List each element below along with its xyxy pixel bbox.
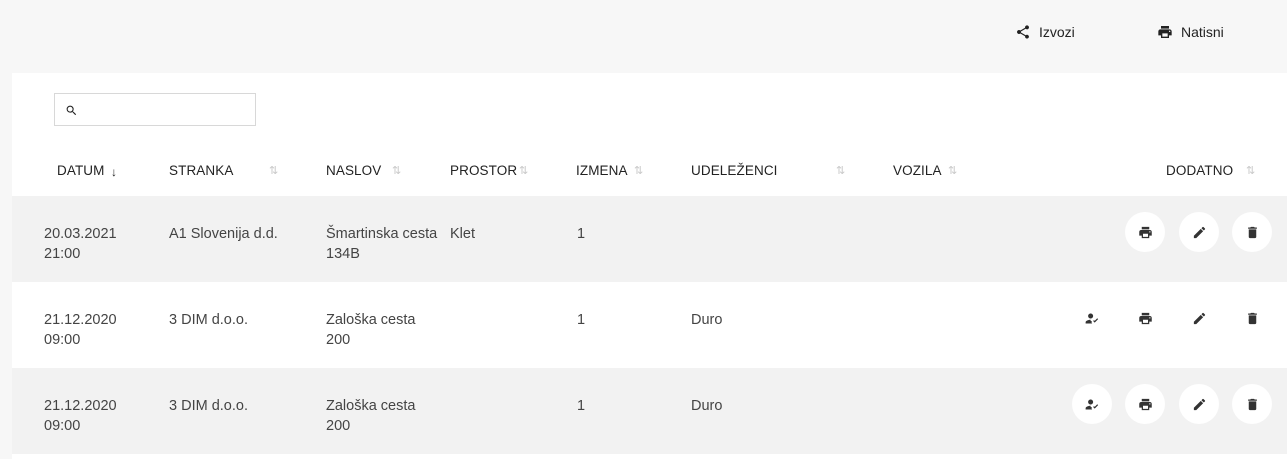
print-icon — [1138, 226, 1152, 238]
cell-prostor: Klet — [450, 226, 475, 242]
address-line: 200 — [326, 332, 351, 348]
print-button[interactable] — [1125, 298, 1165, 338]
sort-icon[interactable]: ⇅ — [392, 164, 401, 177]
sort-desc-icon[interactable]: ↓ — [111, 165, 117, 179]
address-line: Šmartinska cesta — [326, 226, 438, 242]
header-label: DATUM — [57, 163, 105, 178]
print-icon — [1138, 312, 1152, 324]
date-text: 21.12.2020 — [44, 312, 117, 328]
column-header-naslov[interactable]: NASLOV — [326, 163, 381, 178]
table-row[interactable]: 21.12.2020 09:00 3 DIM d.o.o. Zaloška ces… — [12, 282, 1287, 368]
trash-icon — [1247, 398, 1257, 410]
print-label: Natisni — [1181, 24, 1224, 40]
edit-button[interactable] — [1179, 212, 1219, 252]
print-icon — [1138, 398, 1152, 410]
cell-stranka: 3 DIM d.o.o. — [169, 398, 248, 414]
sort-icon[interactable]: ⇅ — [634, 164, 643, 177]
cell-stranka: 3 DIM d.o.o. — [169, 312, 248, 328]
person-check-icon — [1085, 313, 1098, 323]
edit-button[interactable] — [1179, 298, 1219, 338]
header-label: PROSTOR — [450, 163, 518, 178]
header-label: IZMENA — [576, 163, 628, 178]
column-header-stranka[interactable]: STRANKA — [169, 163, 233, 178]
print-button[interactable] — [1125, 212, 1165, 252]
pencil-icon — [1193, 226, 1205, 238]
delete-button[interactable] — [1232, 298, 1272, 338]
address-line: 134B — [326, 246, 360, 262]
column-header-izmena[interactable]: IZMENA — [576, 163, 628, 178]
sort-icon[interactable]: ⇅ — [519, 164, 528, 177]
column-header-vozila[interactable]: VOZILA — [893, 163, 942, 178]
print-all-button[interactable]: Natisni — [1157, 20, 1224, 44]
search-box[interactable] — [54, 93, 256, 126]
cell-udelezenci: Duro — [691, 398, 723, 414]
table-card: DATUM ↓ STRANKA ⇅ NASLOV ⇅ PROSTOR ⇅ IZM… — [12, 73, 1287, 459]
date-text: 20.03.2021 — [44, 226, 117, 242]
assign-button[interactable] — [1072, 384, 1112, 424]
cell-izmena: 1 — [577, 398, 586, 414]
cell-naslov: Zaloška cesta 200 — [326, 310, 415, 350]
cell-stranka: A1 Slovenija d.d. — [169, 226, 278, 242]
sort-icon[interactable]: ⇅ — [948, 164, 957, 177]
search-input[interactable] — [85, 98, 254, 123]
address-line: Zaloška cesta — [326, 398, 416, 414]
time-text: 09:00 — [44, 418, 81, 434]
cell-izmena: 1 — [577, 226, 586, 242]
print-icon — [1158, 26, 1172, 38]
cell-udelezenci: Duro — [691, 312, 723, 328]
sort-icon[interactable]: ⇅ — [836, 164, 845, 177]
edit-button[interactable] — [1179, 384, 1219, 424]
export-label: Izvozi — [1039, 24, 1075, 40]
header-label: DODATNO — [1166, 163, 1234, 178]
column-header-prostor[interactable]: PROSTOR — [450, 163, 517, 178]
address-line: Zaloška cesta — [326, 312, 416, 328]
sort-icon[interactable]: ⇅ — [269, 164, 278, 177]
date-text: 21.12.2020 — [44, 398, 117, 414]
sort-icon[interactable]: ⇅ — [1246, 164, 1255, 177]
trash-icon — [1247, 312, 1257, 324]
column-header-udelezenci[interactable]: UDELEŽENCI — [691, 163, 778, 178]
header-label: NASLOV — [326, 163, 382, 178]
cell-naslov: Zaloška cesta 200 — [326, 396, 415, 436]
address-line: 200 — [326, 418, 351, 434]
search-icon — [66, 105, 77, 116]
top-toolbar: Izvozi Natisni — [0, 0, 1287, 72]
assign-button[interactable] — [1072, 298, 1112, 338]
delete-button[interactable] — [1232, 384, 1272, 424]
cell-datum: 21.12.2020 09:00 — [44, 310, 117, 350]
delete-button[interactable] — [1232, 212, 1272, 252]
cell-izmena: 1 — [577, 312, 586, 328]
export-button[interactable]: Izvozi — [1015, 20, 1075, 44]
time-text: 21:00 — [44, 246, 81, 262]
print-button[interactable] — [1125, 384, 1165, 424]
cell-naslov: Šmartinska cesta 134B — [326, 224, 437, 264]
share-icon — [1017, 25, 1029, 39]
header-label: UDELEŽENCI — [691, 163, 778, 178]
pencil-icon — [1193, 398, 1205, 410]
table-row[interactable]: 21.12.2020 09:00 3 DIM d.o.o. Zaloška ces… — [12, 368, 1287, 454]
header-label: STRANKA — [169, 163, 234, 178]
column-header-datum[interactable]: DATUM — [57, 163, 105, 178]
column-header-dodatno[interactable]: DODATNO — [1166, 163, 1233, 178]
person-check-icon — [1085, 399, 1098, 409]
trash-icon — [1247, 226, 1257, 238]
header-label: VOZILA — [893, 163, 942, 178]
pencil-icon — [1193, 312, 1205, 324]
time-text: 09:00 — [44, 332, 81, 348]
cell-datum: 21.12.2020 09:00 — [44, 396, 117, 436]
table-row[interactable]: 20.03.2021 21:00 A1 Slovenija d.d. Šmarti… — [12, 196, 1287, 282]
cell-datum: 20.03.2021 21:00 — [44, 224, 117, 264]
